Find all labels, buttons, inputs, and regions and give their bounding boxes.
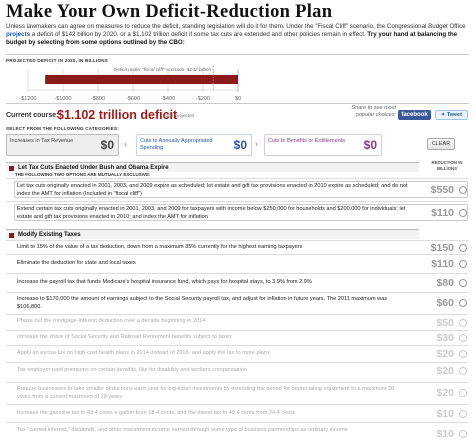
option-text: Tax employer-paid premiums on certain be… xyxy=(17,367,248,373)
option-row[interactable]: Limit to 15% of the value of a tax deduc… xyxy=(6,240,468,254)
divider xyxy=(6,103,469,104)
option-row[interactable]: Tax "carried interest," dividends, and o… xyxy=(6,422,468,440)
option-amount: $110 xyxy=(431,258,454,270)
option-amount: $110 xyxy=(431,207,454,219)
x-tick-label: -$200 xyxy=(196,96,210,102)
intro-text-2: a deficit of $142 billion by 2020, or a … xyxy=(30,31,368,38)
option-radio[interactable] xyxy=(459,209,467,217)
categories-header: SELECT FROM THE FOLLOWING CATEGORIES: xyxy=(6,126,119,131)
current-course-year: 2020, projected xyxy=(163,113,195,118)
option-amount: $10 xyxy=(436,408,454,420)
option-amount: $550 xyxy=(430,184,454,196)
option-text: Increase to $170,000 the amount of earni… xyxy=(17,296,388,310)
intro-text-1: Unless lawmakers can agree on measures t… xyxy=(6,23,466,30)
square-bullet-icon xyxy=(9,165,14,171)
tweet-button[interactable]: ✦ Tweet xyxy=(435,110,468,120)
chevron-right-icon: › xyxy=(255,139,258,149)
option-amount: $20 xyxy=(436,365,454,377)
option-text: Limit to 15% of the value of a tax deduc… xyxy=(17,244,303,250)
reduction-column-header: REDUCTION IN BILLIONS xyxy=(431,160,463,171)
option-radio[interactable] xyxy=(459,299,467,307)
divider xyxy=(6,54,469,55)
option-amount: $30 xyxy=(436,332,454,344)
option-radio[interactable] xyxy=(459,430,467,438)
option-row[interactable]: Increase to $170,000 the amount of earni… xyxy=(6,292,468,314)
option-text: Apply an excise tax on high-cost health … xyxy=(17,350,270,356)
clear-button[interactable]: CLEAR xyxy=(427,138,455,150)
category-tax-revenue[interactable]: Increases in Tax Revenue $0 xyxy=(6,134,119,156)
chevron-right-icon: › xyxy=(124,139,127,149)
x-tick-label: -$1000 xyxy=(54,96,71,102)
category-label: Cuts to Benefits or Entitlements xyxy=(268,138,346,144)
x-tick-label: -$400 xyxy=(161,96,175,102)
fiscal-cliff-label: Deficit under "fiscal cliff" scenario: $… xyxy=(114,67,212,73)
group-header-modify-taxes[interactable]: Modify Existing Taxes xyxy=(6,229,419,239)
option-amount: $20 xyxy=(436,348,454,360)
option-text: Let tax cuts originally enacted in 2001,… xyxy=(17,183,408,197)
group-header-expire-tax-cuts[interactable]: Let Tax Cuts Enacted Under Bush and Obam… xyxy=(6,162,419,172)
category-value: $0 xyxy=(233,138,247,152)
option-radio[interactable] xyxy=(459,334,467,342)
option-text: Eliminate the deduction for state and lo… xyxy=(17,260,136,266)
x-tick-label: -$1200 xyxy=(19,96,36,102)
option-amount: $60 xyxy=(436,297,454,309)
option-radio[interactable] xyxy=(459,244,467,252)
current-course-value: $1.102 trillion deficit xyxy=(57,108,178,122)
option-text: Phase out the mortgage-interest deductio… xyxy=(17,318,206,324)
option-radio[interactable] xyxy=(459,350,467,358)
category-benefits-entitlements[interactable]: Cuts to Benefits or Entitlements $0 xyxy=(264,134,382,156)
option-radio[interactable] xyxy=(459,186,467,194)
category-label: Increases in Tax Revenue xyxy=(10,138,74,144)
option-text: Tax "carried interest," dividends, and o… xyxy=(17,427,348,433)
share-prompt: Share to see most popular choices: xyxy=(351,105,396,118)
x-tick-label: -$800 xyxy=(91,96,105,102)
facebook-share-button[interactable]: facebook xyxy=(398,110,431,120)
option-row[interactable]: Require businesses to take smaller deduc… xyxy=(6,382,468,404)
category-appropriated-spending[interactable]: Cuts to Annually Appropriated Spending $… xyxy=(136,134,252,156)
option-radio[interactable] xyxy=(459,367,467,375)
category-label: Cuts to Annually Appropriated Spending xyxy=(140,138,213,151)
option-radio[interactable] xyxy=(459,410,467,418)
x-tick-label: -$600 xyxy=(126,96,140,102)
projects-link[interactable]: projects xyxy=(6,31,30,38)
option-radio[interactable] xyxy=(459,260,467,268)
twitter-bird-icon: ✦ xyxy=(441,112,446,118)
option-row[interactable]: Phase out the mortgage-interest deductio… xyxy=(6,314,468,330)
group-title: Let Tax Cuts Enacted Under Bush and Obam… xyxy=(18,164,169,171)
option-row[interactable]: Apply an excise tax on high-cost health … xyxy=(6,345,468,362)
chart-title: PROJECTED DEFICIT IN 2020, IN BILLIONS xyxy=(6,58,109,63)
option-row[interactable]: Eliminate the deduction for state and lo… xyxy=(6,254,468,273)
current-course-label: Current course: xyxy=(6,112,59,119)
group-title: Modify Existing Taxes xyxy=(18,231,81,238)
option-amount: $10 xyxy=(436,428,454,440)
option-radio[interactable] xyxy=(459,389,467,397)
x-tick-label: $0 xyxy=(235,96,241,102)
option-text: Extend certain tax cuts originally enact… xyxy=(17,206,406,220)
option-amount: $50 xyxy=(436,317,454,329)
option-row[interactable]: Increase the payroll tax that funds Medi… xyxy=(6,273,468,292)
option-row[interactable]: Extend certain tax cuts originally enact… xyxy=(6,201,468,223)
option-row[interactable]: Increase the share of Social Security an… xyxy=(6,330,468,345)
option-radio[interactable] xyxy=(459,279,467,287)
option-amount: $150 xyxy=(430,242,454,254)
option-text: Increase the gasoline tax to 43.4 cents … xyxy=(17,410,295,416)
square-bullet-icon xyxy=(9,232,14,238)
option-row[interactable]: Tax employer-paid premiums on certain be… xyxy=(6,362,468,378)
option-amount: $80 xyxy=(436,277,454,289)
option-row[interactable]: Let tax cuts originally enacted in 2001,… xyxy=(6,178,468,200)
deficit-bar xyxy=(45,75,239,84)
intro-paragraph: Unless lawmakers can agree on measures t… xyxy=(6,23,468,47)
tweet-label: Tweet xyxy=(446,112,462,118)
page-title: Make Your Own Deficit-Reduction Plan xyxy=(6,2,333,22)
category-value: $0 xyxy=(100,138,114,152)
option-amount: $20 xyxy=(436,387,454,399)
mutually-exclusive-note: THE FOLLOWING TWO OPTIONS ARE MUTUALLY E… xyxy=(15,172,151,177)
option-text: Require businesses to take smaller deduc… xyxy=(17,386,395,400)
option-text: Increase the share of Social Security an… xyxy=(17,334,232,340)
option-row[interactable]: Increase the gasoline tax to 43.4 cents … xyxy=(6,404,468,422)
category-value: $0 xyxy=(363,138,377,152)
option-radio[interactable] xyxy=(459,319,467,327)
option-text: Increase the payroll tax that funds Medi… xyxy=(17,279,312,285)
